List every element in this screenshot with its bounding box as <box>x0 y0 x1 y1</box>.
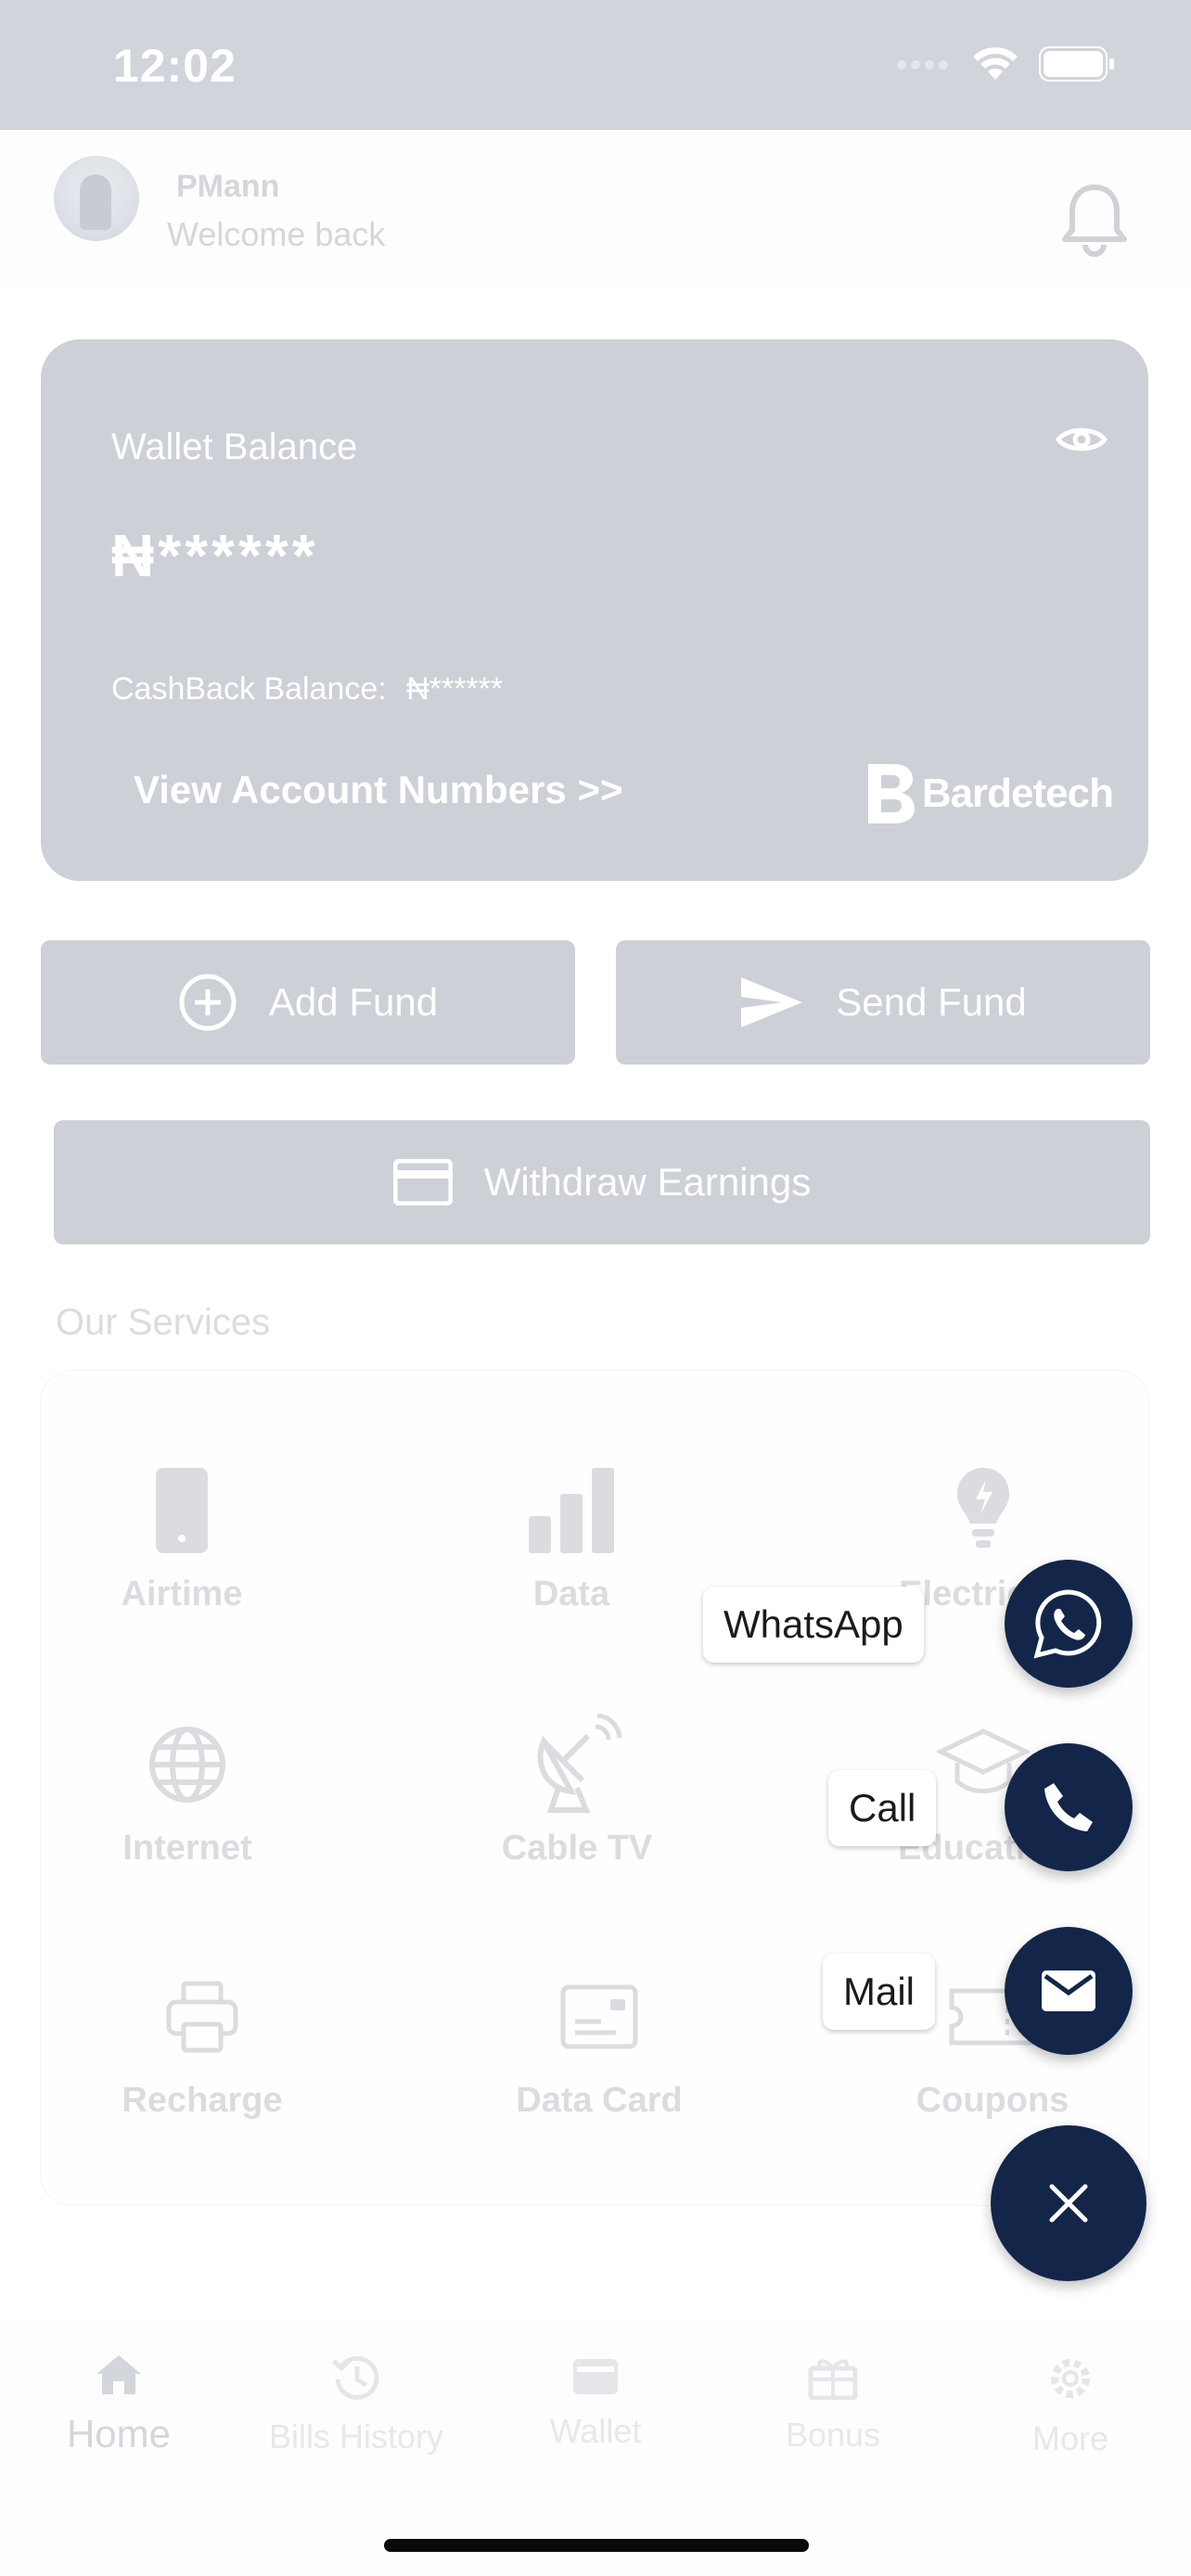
notification-bell-icon[interactable] <box>1059 182 1130 262</box>
nav-label: Bonus <box>785 2416 881 2454</box>
welcome-text: Welcome back <box>167 215 386 253</box>
nav-label: Bills History <box>268 2417 443 2455</box>
service-cable-tv[interactable]: Cable TV <box>447 1714 707 1868</box>
service-label: Coupons <box>916 2081 1069 2120</box>
printer-icon <box>166 1981 238 2053</box>
gift-icon <box>808 2359 858 2401</box>
brand-logo: Bardetech <box>864 760 1114 827</box>
mail-label[interactable]: Mail <box>823 1954 936 2030</box>
status-time: 12:02 <box>113 40 237 92</box>
mail-button[interactable] <box>1005 1927 1133 2055</box>
service-data[interactable]: Data <box>442 1460 701 1614</box>
whatsapp-button[interactable] <box>1005 1560 1133 1688</box>
phone-icon <box>156 1468 208 1553</box>
send-fund-label: Send Fund <box>836 980 1027 1024</box>
bulb-icon <box>957 1468 1009 1548</box>
service-label: Airtime <box>121 1575 243 1613</box>
send-fund-button[interactable]: Send Fund <box>616 940 1150 1065</box>
avatar[interactable] <box>54 156 139 241</box>
service-internet[interactable]: Internet <box>58 1714 317 1868</box>
services-title: Our Services <box>56 1302 271 1343</box>
status-bar: 12:02 <box>0 0 1191 130</box>
wallet-balance-label: Wallet Balance <box>111 427 358 467</box>
nav-item-more[interactable]: More <box>950 2353 1191 2458</box>
send-icon <box>741 977 803 1027</box>
cashback-label: CashBack Balance: <box>111 671 387 707</box>
add-fund-button[interactable]: Add Fund <box>41 940 575 1065</box>
history-icon <box>332 2355 379 2400</box>
service-label: Data <box>532 1575 610 1613</box>
nav-label: Wallet <box>549 2412 642 2450</box>
wallet-card: Wallet Balance ₦****** CashBack Balance:… <box>41 339 1148 881</box>
services-grid: Airtime Data Electricity Internet Cable … <box>41 1371 1148 2205</box>
wallet-icon <box>573 2359 618 2394</box>
home-icon <box>96 2355 141 2394</box>
cashback-balance: CashBack Balance: ₦****** <box>111 671 503 708</box>
battery-icon <box>1039 46 1114 82</box>
call-label[interactable]: Call <box>828 1770 937 1846</box>
satellite-dish-icon <box>537 1714 622 1813</box>
service-label: Recharge <box>122 2081 283 2120</box>
home-indicator <box>384 2539 809 2552</box>
nav-item-home[interactable]: Home <box>0 2353 239 2456</box>
nav-label: Home <box>66 2412 172 2455</box>
app-header: PMann Welcome back <box>0 130 1191 287</box>
view-account-numbers-link[interactable]: View Account Numbers >> <box>134 768 623 812</box>
wifi-icon <box>973 47 1018 80</box>
service-label: Data Card <box>516 2081 683 2120</box>
brand-logo-icon <box>867 764 915 823</box>
add-fund-label: Add Fund <box>268 980 439 1024</box>
user-name: PMann <box>176 169 280 204</box>
whatsapp-label[interactable]: WhatsApp <box>703 1587 924 1663</box>
close-menu-button[interactable] <box>991 2125 1146 2281</box>
withdraw-earnings-label: Withdraw Earnings <box>483 1160 812 1204</box>
nav-item-bonus[interactable]: Bonus <box>712 2353 954 2455</box>
service-data-card[interactable]: Data Card <box>469 1966 729 2121</box>
globe-icon <box>149 1727 225 1803</box>
service-label: Cable TV <box>501 1829 653 1868</box>
gear-icon <box>1051 2359 1090 2398</box>
service-airtime[interactable]: Airtime <box>52 1460 312 1614</box>
phone-call-icon <box>1044 1783 1093 1831</box>
plus-circle-icon <box>179 974 237 1031</box>
call-button[interactable] <box>1005 1743 1133 1871</box>
card-icon <box>560 1984 638 2049</box>
withdraw-earnings-button[interactable]: Withdraw Earnings <box>54 1120 1150 1244</box>
status-icons <box>896 46 1115 82</box>
toggle-visibility-eye-icon[interactable] <box>1055 423 1108 461</box>
signal-bars-icon <box>529 1468 614 1553</box>
cashback-value: ₦****** <box>406 671 504 707</box>
cellular-signal-icon <box>897 60 948 70</box>
nav-label: More <box>1031 2419 1109 2457</box>
credit-card-icon <box>392 1159 453 1205</box>
close-icon <box>1049 2184 1088 2223</box>
mail-icon <box>1042 1970 1095 2011</box>
service-label: Internet <box>122 1829 252 1868</box>
whatsapp-icon <box>1033 1589 1102 1659</box>
nav-item-wallet[interactable]: Wallet <box>475 2353 716 2451</box>
service-recharge[interactable]: Recharge <box>72 1966 332 2121</box>
wallet-balance-value: ₦****** <box>111 522 319 589</box>
brand-name: Bardetech <box>921 771 1114 816</box>
nav-item-bills-history[interactable]: Bills History <box>236 2353 477 2456</box>
